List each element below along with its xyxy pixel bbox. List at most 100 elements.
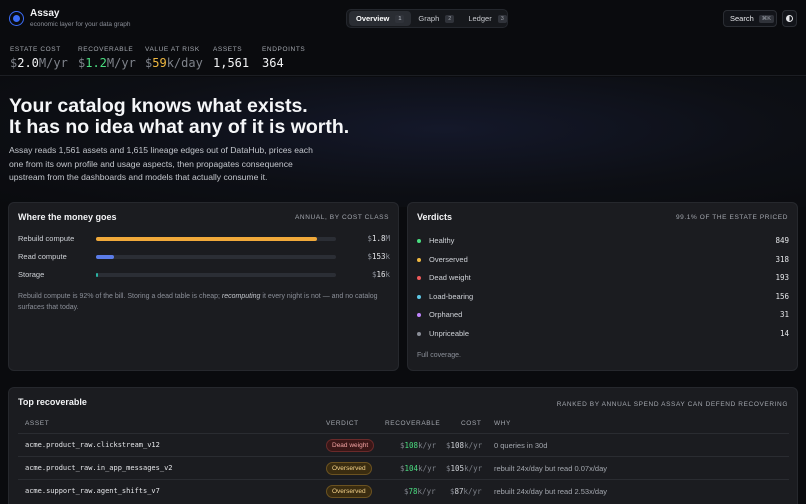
status-dot-icon bbox=[417, 257, 421, 262]
tab-label: Ledger bbox=[468, 14, 492, 23]
metric-value: $59k/day bbox=[145, 56, 203, 70]
cost-bar-track bbox=[96, 255, 336, 259]
cost-value: $105k/yr bbox=[446, 464, 482, 473]
cost-bar-fill bbox=[96, 255, 114, 259]
recoverable-panel: Top recoverable RANKED BY ANNUAL SPEND A… bbox=[8, 387, 798, 504]
app-tagline: economic layer for your data graph bbox=[30, 21, 131, 28]
cost-bar-fill bbox=[96, 237, 317, 241]
note-emphasis: recomputing bbox=[221, 293, 261, 300]
verdict-count: 14 bbox=[779, 328, 789, 338]
metric-unit: M/yr bbox=[38, 56, 68, 70]
cost-unit: k bbox=[385, 252, 390, 261]
table-row[interactable]: acme.support_raw.agent_shifts_v7 Overser… bbox=[18, 479, 789, 502]
cost-bar-track bbox=[96, 237, 336, 241]
panel-aside: RANKED BY ANNUAL SPEND ASSAY CAN DEFEND … bbox=[556, 401, 788, 408]
hero-title-line: It has no idea what any of it is worth. bbox=[9, 116, 350, 138]
status-dot-icon bbox=[417, 331, 421, 336]
verdict-row-dead-weight[interactable]: Dead weight 193 bbox=[417, 273, 789, 285]
metric-label: VALUE AT RISK bbox=[145, 46, 200, 53]
column-header-asset[interactable]: ASSET bbox=[25, 420, 49, 427]
table-row[interactable]: acme.product_raw.clickstream_v12 Dead we… bbox=[18, 433, 789, 456]
cost-value: $87k/yr bbox=[450, 487, 482, 496]
panel-title: Verdicts bbox=[417, 212, 453, 222]
cost-label: Read compute bbox=[18, 252, 67, 261]
verdicts-panel: Verdicts 99.1% OF THE ESTATE PRICED Heal… bbox=[407, 202, 798, 371]
why-text: rebuilt 24x/day but read 2.53x/day bbox=[494, 487, 607, 496]
metrics-strip: ESTATE COST $2.0M/yr RECOVERABLE $1.2M/y… bbox=[0, 38, 806, 76]
hero-description: Assay reads 1,561 assets and 1,615 linea… bbox=[9, 145, 313, 182]
tab-ledger[interactable]: Ledger 3 bbox=[461, 11, 513, 26]
recoverable-number: 78 bbox=[408, 487, 418, 496]
cost-row-read-compute[interactable]: Read compute $153k bbox=[18, 251, 390, 263]
theme-toggle-button[interactable] bbox=[782, 10, 797, 27]
search-shortcut: ⌘K bbox=[758, 14, 774, 23]
metric-value: $1.2M/yr bbox=[78, 56, 136, 70]
contrast-icon bbox=[786, 15, 793, 22]
tab-label: Overview bbox=[356, 14, 390, 23]
verdict-label: Overserved bbox=[429, 254, 468, 264]
cost-value: $108k/yr bbox=[446, 441, 482, 450]
status-dot-icon bbox=[417, 276, 421, 280]
cost-number: 87 bbox=[454, 487, 464, 496]
cost-note: Rebuild compute is 92% of the bill. Stor… bbox=[18, 291, 393, 313]
metric-value: 364 bbox=[262, 56, 284, 70]
column-header-verdict[interactable]: VERDICT bbox=[326, 420, 359, 427]
cost-bar-fill bbox=[96, 273, 98, 277]
search-label: Search bbox=[730, 14, 754, 23]
panel-title: Top recoverable bbox=[18, 397, 87, 407]
app-name: Assay bbox=[30, 8, 60, 19]
metric-label: ESTATE COST bbox=[10, 46, 61, 53]
app-header: Assay economic layer for your data graph… bbox=[0, 0, 806, 38]
metric-value: 1,561 bbox=[213, 56, 250, 70]
metric-label: RECOVERABLE bbox=[78, 46, 134, 53]
asset-name[interactable]: acme.product_raw.clickstream_v12 bbox=[25, 441, 160, 449]
verdict-row-unpriceable[interactable]: Unpriceable 14 bbox=[417, 329, 789, 341]
verdict-count: 318 bbox=[775, 254, 789, 264]
verdict-label: Unpriceable bbox=[429, 328, 470, 338]
search-button[interactable]: Search ⌘K bbox=[723, 10, 777, 27]
status-dot-icon bbox=[417, 294, 421, 299]
asset-name[interactable]: acme.product_raw.in_app_messages_v2 bbox=[25, 464, 173, 472]
cost-label: Rebuild compute bbox=[18, 234, 75, 243]
metric-recoverable: RECOVERABLE $1.2M/yr bbox=[78, 46, 136, 70]
why-text: rebuilt 24x/day but read 0.07x/day bbox=[494, 464, 607, 473]
asset-name[interactable]: acme.support_raw.agent_shifts_v7 bbox=[25, 487, 160, 495]
recoverable-number: 108 bbox=[404, 441, 419, 450]
tab-label: Graph bbox=[418, 14, 440, 23]
verdict-count: 31 bbox=[779, 310, 789, 319]
cost-row-storage[interactable]: Storage $16k bbox=[18, 269, 390, 281]
verdict-label: Load-bearing bbox=[429, 291, 474, 301]
assay-logo-icon[interactable] bbox=[9, 11, 24, 26]
cost-bar-track bbox=[96, 273, 336, 277]
recoverable-value: $108k/yr bbox=[400, 441, 436, 450]
recoverable-value: $78k/yr bbox=[404, 487, 436, 496]
tab-overview[interactable]: Overview 1 bbox=[349, 11, 412, 26]
status-dot-icon bbox=[417, 239, 421, 243]
cost-row-rebuild-compute[interactable]: Rebuild compute $1.8M bbox=[18, 233, 390, 245]
metric-label: ASSETS bbox=[213, 46, 243, 53]
verdict-row-healthy[interactable]: Healthy 849 bbox=[417, 236, 789, 248]
panel-title: Where the money goes bbox=[18, 212, 117, 222]
verdict-row-overserved[interactable]: Overserved 318 bbox=[417, 255, 789, 267]
cost-unit: k/yr bbox=[464, 464, 483, 473]
panel-aside: 99.1% OF THE ESTATE PRICED bbox=[675, 214, 788, 221]
recoverable-unit: k/yr bbox=[417, 487, 436, 496]
column-header-recoverable[interactable]: RECOVERABLE bbox=[385, 420, 440, 427]
recoverable-number: 104 bbox=[404, 464, 419, 473]
verdict-count: 156 bbox=[775, 291, 789, 301]
verdict-row-orphaned[interactable]: Orphaned 31 bbox=[417, 310, 789, 322]
tab-graph[interactable]: Graph 2 bbox=[411, 11, 461, 26]
cost-unit: k bbox=[385, 270, 390, 279]
metric-endpoints: ENDPOINTS 364 bbox=[262, 46, 305, 70]
verdict-row-load-bearing[interactable]: Load-bearing 156 bbox=[417, 292, 789, 304]
metric-value: $2.0M/yr bbox=[10, 56, 68, 70]
table-row[interactable]: acme.product_raw.in_app_messages_v2 Over… bbox=[18, 456, 789, 479]
cost-number: 153 bbox=[371, 252, 386, 261]
column-header-cost[interactable]: COST bbox=[461, 420, 481, 427]
panel-aside: ANNUAL, BY COST CLASS bbox=[295, 214, 389, 221]
cost-number: 1.8 bbox=[371, 234, 386, 243]
tab-shortcut: 2 bbox=[445, 14, 455, 23]
tab-shortcut: 3 bbox=[497, 14, 507, 23]
metric-unit: k/day bbox=[166, 56, 203, 70]
column-header-why[interactable]: WHY bbox=[494, 420, 511, 427]
